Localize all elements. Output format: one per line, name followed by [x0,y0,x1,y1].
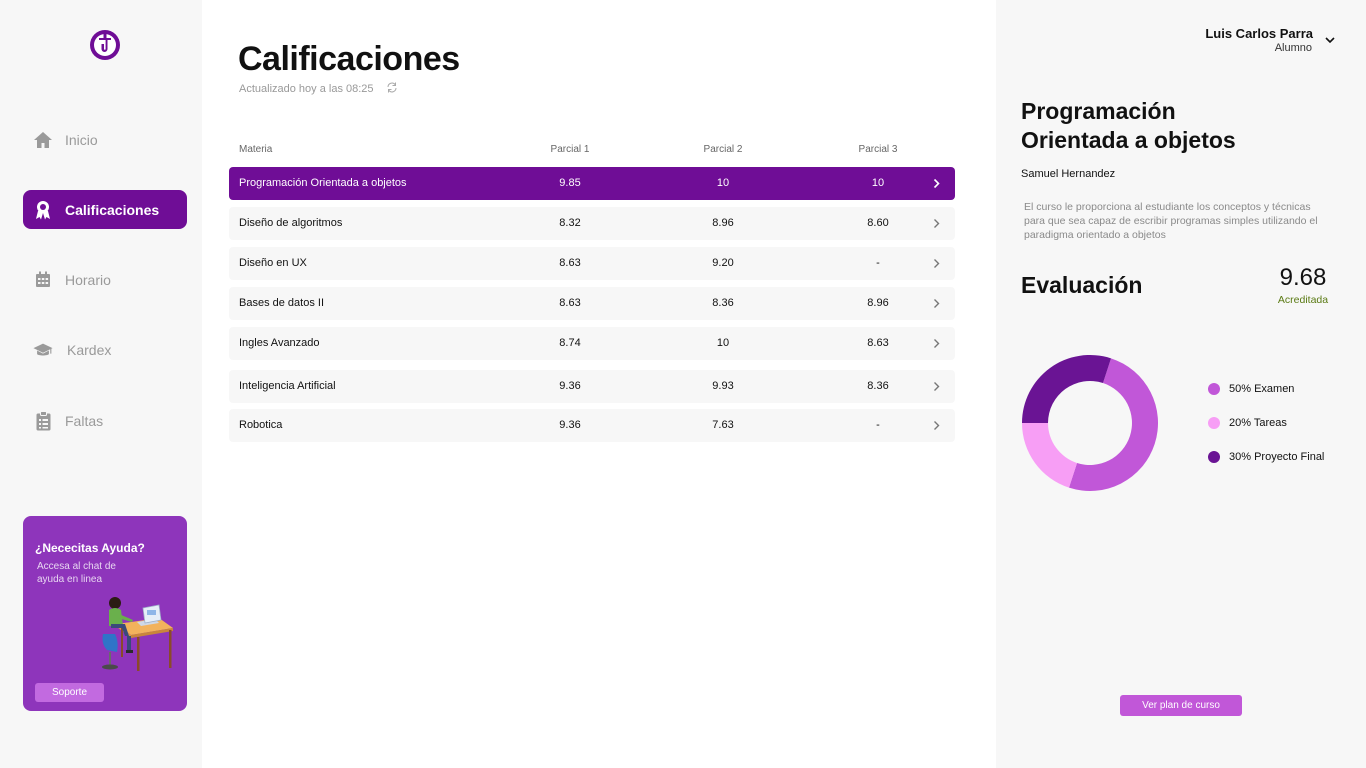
sidebar-item-label: Horario [65,271,111,288]
sidebar-item-horario[interactable]: Horario [23,260,187,299]
legend-item: 30% Proyecto Final [1208,451,1324,463]
sidebar-item-label: Inicio [65,131,98,148]
legend-item: 20% Tareas [1208,417,1287,429]
grade-parcial-1: 8.32 [559,217,581,229]
grade-parcial-3: 8.63 [867,337,889,349]
evaluation-label: Evaluación [1021,272,1143,298]
main-content: Calificaciones Actualizado hoy a las 08:… [202,0,996,768]
legend-item: 50% Examen [1208,383,1294,395]
sidebar-item-label: Kardex [67,341,112,358]
table-row[interactable]: Inteligencia Artificial 9.36 9.93 8.36 [229,370,955,403]
table-row[interactable]: Diseño de algoritmos 8.32 8.96 8.60 [229,207,955,240]
chevron-right-icon [934,421,940,430]
sidebar-item-kardex[interactable]: Kardex [23,330,187,369]
table-row[interactable]: Diseño en UX 8.63 9.20 - [229,247,955,280]
table-row[interactable]: Robotica 9.36 7.63 - [229,409,955,442]
award-icon [33,200,53,220]
grade-parcial-3: 8.96 [867,297,889,309]
grade-parcial-2: 9.20 [712,257,734,269]
course-detail-panel: Luis Carlos Parra Alumno Programación Or… [996,0,1366,768]
subject-name: Robotica [239,419,283,431]
grade-parcial-3: 8.36 [867,380,889,392]
user-name[interactable]: Luis Carlos Parra [1205,26,1313,41]
sidebar: Inicio Calificaciones Horario Kardex Fal… [0,0,202,768]
sidebar-item-faltas[interactable]: Faltas [23,401,187,440]
donut-slice-tareas [1022,423,1078,488]
help-title: ¿Nececitas Ayuda? [35,541,145,555]
grade-parcial-1: 9.85 [559,177,581,189]
user-role: Alumno [1274,42,1312,54]
grade-parcial-1: 8.63 [559,257,581,269]
subject-name: Diseño en UX [239,257,307,269]
refresh-icon[interactable] [386,82,398,96]
course-plan-button[interactable]: Ver plan de curso [1120,695,1242,716]
subject-name: Bases de datos II [239,297,324,309]
last-updated: Actualizado hoy a las 08:25 [239,82,398,96]
chevron-right-icon [934,219,940,228]
legend-label: 30% Proyecto Final [1229,451,1325,463]
grade-parcial-2: 7.63 [712,419,734,431]
course-description: El curso le proporciona al estudiante lo… [1024,201,1318,241]
teacher-name: Samuel Hernandez [1021,168,1116,180]
column-header-parcial-3: Parcial 3 [858,144,898,155]
grade-parcial-3: 8.60 [867,217,889,229]
legend-label: 20% Tareas [1229,417,1287,429]
legend-swatch [1208,451,1220,463]
legend-swatch [1208,417,1220,429]
sidebar-item-label: Calificaciones [65,201,160,218]
grade-parcial-3: - [876,419,880,431]
final-grade: 9.68 [1279,264,1327,291]
chevron-right-icon [934,259,940,268]
student-at-desk-illustration [102,597,173,671]
university-logo[interactable] [89,29,121,61]
subject-name: Programación Orientada a objetos [239,177,407,189]
grade-parcial-1: 8.74 [559,337,581,349]
grade-parcial-1: 8.63 [559,297,581,309]
help-card: ¿Nececitas Ayuda? Accesa al chat de ayud… [23,516,187,711]
grade-parcial-1: 9.36 [559,419,581,431]
help-subtitle: Accesa al chat de ayuda en linea [37,561,116,585]
grade-parcial-1: 9.36 [559,380,581,392]
clipboard-icon [33,410,53,431]
subject-name: Diseño de algoritmos [239,217,343,229]
grade-parcial-2: 8.96 [712,217,734,229]
course-title: Programación Orientada a objetos [1021,98,1236,153]
chevron-right-icon [933,178,940,189]
chevron-right-icon [934,299,940,308]
table-row[interactable]: Programación Orientada a objetos 9.85 10… [229,167,955,200]
sidebar-item-label: Faltas [65,412,104,429]
support-button[interactable]: Soporte [35,683,104,702]
sidebar-item-inicio[interactable]: Inicio [23,120,187,159]
subject-name: Inteligencia Artificial [239,380,336,392]
evaluation-donut-chart [1022,355,1158,491]
grade-parcial-2: 9.93 [712,380,734,392]
column-header-parcial-2: Parcial 2 [703,144,743,155]
grade-parcial-3: - [876,257,880,269]
home-icon [33,130,53,150]
chevron-right-icon [934,382,940,391]
donut-slice-proyecto-final [1022,355,1112,423]
legend-label: 50% Examen [1229,383,1295,395]
sidebar-item-calificaciones[interactable]: Calificaciones [23,190,187,229]
column-header-parcial-1: Parcial 1 [550,144,590,155]
grade-parcial-2: 10 [716,337,730,349]
grade-status: Acreditada [1277,294,1329,306]
grade-parcial-2: 8.36 [712,297,734,309]
table-row[interactable]: Bases de datos II 8.63 8.36 8.96 [229,287,955,320]
last-updated-text: Actualizado hoy a las 08:25 [239,83,374,95]
subject-name: Ingles Avanzado [239,337,320,349]
grade-parcial-3: 10 [871,177,885,189]
table-row[interactable]: Ingles Avanzado 8.74 10 8.63 [229,327,955,360]
calendar-icon [33,270,53,290]
column-header-materia: Materia [239,144,273,155]
chevron-down-icon[interactable] [1325,37,1335,44]
graduation-cap-icon [33,340,53,360]
grade-parcial-2: 10 [716,177,730,189]
chevron-right-icon [934,339,940,348]
page-title: Calificaciones [238,40,460,78]
legend-swatch [1208,383,1220,395]
